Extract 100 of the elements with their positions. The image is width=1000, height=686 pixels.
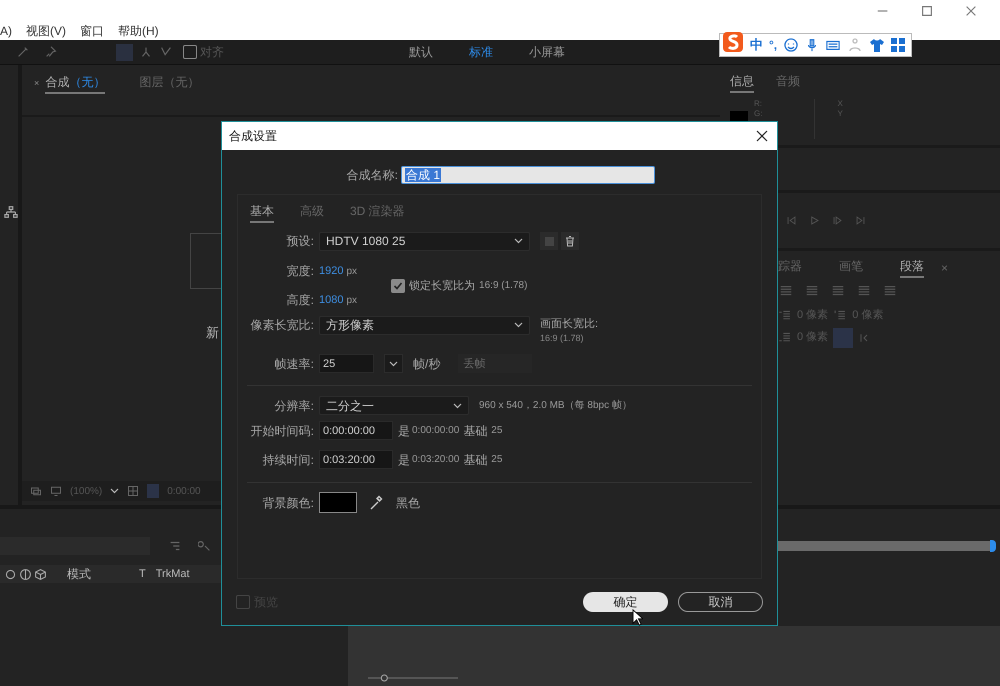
close-tab-button[interactable]: × — [34, 76, 40, 90]
checkmark-icon — [393, 280, 404, 291]
dialog-title: 合成设置 — [229, 128, 277, 145]
unit-text: px — [346, 264, 358, 279]
value-text[interactable]: 1920 — [319, 263, 344, 280]
grid-icon[interactable] — [891, 38, 906, 52]
dropdown[interactable]: 方形像素 — [319, 316, 530, 335]
field-label: 背景颜色: — [262, 494, 315, 512]
pen-icon[interactable] — [16, 45, 30, 59]
selected-text: 合成 1 — [405, 168, 442, 182]
workspace-tab[interactable]: 默认 — [409, 43, 433, 61]
dropdown[interactable]: 二分之一 — [319, 396, 469, 416]
chevron-down-icon — [389, 360, 398, 367]
direction-icon[interactable] — [858, 332, 870, 344]
color-swatch[interactable] — [319, 492, 357, 514]
motion-blur-icon[interactable] — [19, 568, 32, 580]
panel-tab[interactable]: 段落 — [900, 257, 924, 278]
color-name: 黑色 — [396, 494, 420, 512]
panel-tab[interactable]: 合成（无） — [45, 73, 106, 94]
align-icon[interactable] — [882, 284, 898, 298]
align-icon[interactable] — [856, 284, 872, 298]
column-header: T — [139, 566, 146, 582]
field-label: 持续时间: — [262, 452, 315, 469]
menu-item[interactable]: 视图(V) — [26, 22, 66, 40]
shirt-icon[interactable] — [869, 37, 886, 53]
column-header: TrkMat — [156, 566, 190, 582]
skip-back-icon[interactable] — [786, 215, 797, 226]
field-label: 画面长宽比: — [540, 316, 598, 332]
field-label: 合成名称: — [346, 166, 399, 184]
column-header: 模式 — [67, 566, 91, 583]
info-text: 25 — [491, 453, 502, 468]
checkbox-label: 锁定长宽比为 — [409, 278, 476, 294]
checkbox[interactable] — [391, 278, 406, 293]
dropdown[interactable]: HDTV 1080 25 — [319, 232, 530, 251]
workspace-tab[interactable]: 小屏幕 — [529, 43, 565, 61]
keyboard-icon[interactable] — [825, 38, 842, 52]
ime-punctuation[interactable]: °, — [769, 36, 778, 54]
keyframe-filter-icon[interactable] — [168, 539, 182, 553]
info-text: 基础 — [463, 452, 488, 469]
crosshair-icon[interactable] — [127, 485, 140, 497]
cancel-button[interactable]: 取消 — [678, 592, 763, 612]
cube-icon[interactable] — [34, 568, 47, 580]
resolution-info: 960 x 540，2.0 MB（每 8bpc 帧） — [479, 398, 632, 414]
field-label: 开始时间码: — [250, 422, 315, 440]
mouse-cursor-icon — [632, 609, 643, 626]
trash-icon[interactable] — [561, 232, 579, 250]
placeholder-text: 新 — [206, 324, 219, 342]
menu-item[interactable]: 窗口 — [80, 22, 104, 40]
indent-icon[interactable] — [778, 308, 792, 322]
maximize-icon[interactable] — [920, 4, 934, 18]
input-field[interactable]: 合成 1 — [401, 166, 655, 184]
chevron-down-icon — [514, 322, 523, 328]
field-label: 高度: — [286, 292, 315, 310]
timecode-text: 0:00:00:00 — [412, 424, 460, 438]
dropdown-button[interactable] — [384, 354, 403, 374]
align-icon[interactable] — [778, 284, 794, 298]
indent-icon[interactable] — [778, 331, 792, 344]
play-icon[interactable] — [809, 215, 820, 226]
ratio-text: 16:9 (1.78) — [540, 332, 585, 346]
info-text: 是 — [398, 452, 410, 469]
ok-button[interactable]: 确定 — [583, 592, 668, 612]
ratio-text: 16:9 (1.78) — [479, 279, 528, 294]
panel-tab[interactable]: 信息 — [730, 72, 754, 93]
step-forward-icon[interactable] — [832, 215, 843, 226]
menu-item[interactable]: 帮助(H) — [118, 22, 159, 40]
input-field[interactable]: 0:00:00:00 — [319, 421, 393, 440]
input-field[interactable]: 25 — [319, 354, 374, 374]
monitor-icon[interactable] — [50, 485, 62, 497]
value-text[interactable]: 1080 — [319, 292, 344, 309]
skip-forward-icon[interactable] — [855, 215, 866, 226]
user-icon[interactable] — [847, 37, 864, 53]
panel-tab[interactable]: 基本 — [250, 202, 274, 223]
ime-mode[interactable]: 中 — [750, 35, 763, 55]
chevron-down-icon — [514, 238, 523, 244]
unit-text: 帧/秒 — [413, 356, 440, 373]
align-icon[interactable] — [804, 284, 820, 298]
workspace-tab[interactable]: 标准 — [469, 43, 493, 61]
unit-text: px — [346, 294, 358, 308]
field-label: 分辨率: — [274, 398, 315, 415]
time-handle[interactable] — [990, 540, 996, 552]
indent-icon[interactable] — [833, 308, 848, 322]
input-field[interactable]: 0:03:20:00 — [319, 450, 393, 470]
save-icon — [540, 232, 558, 250]
menu-item[interactable]: A) — [0, 22, 12, 40]
field-label: 像素长宽比: — [250, 316, 315, 334]
layers-icon[interactable] — [30, 485, 42, 497]
graph-icon[interactable] — [198, 539, 212, 553]
checkbox[interactable] — [183, 45, 197, 59]
chevron-down-icon — [453, 402, 462, 409]
field-label: 预设: — [286, 233, 315, 250]
info-text: 基础 — [463, 422, 488, 440]
chevron-down-icon — [110, 488, 120, 494]
close-icon[interactable] — [756, 130, 768, 142]
hierarchy-icon[interactable] — [4, 205, 18, 219]
field-label: 帧速率: — [274, 356, 315, 373]
zoom-slider[interactable] — [368, 674, 458, 682]
info-text: 是 — [398, 422, 410, 440]
layer-switch-icon[interactable] — [4, 568, 17, 580]
smiley-icon[interactable] — [783, 37, 800, 53]
align-icon[interactable] — [830, 284, 846, 298]
